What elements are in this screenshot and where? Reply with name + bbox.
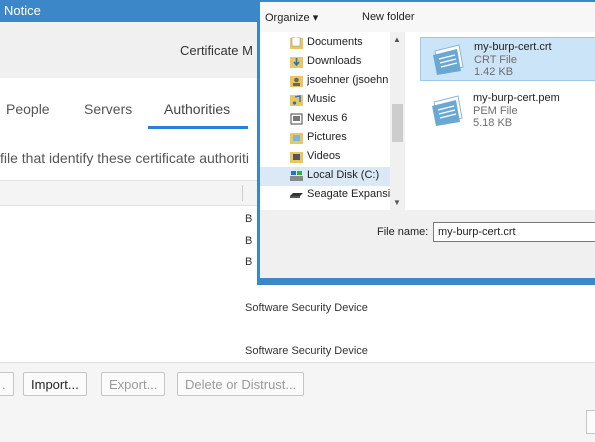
nav-item-label: Documents [307,36,363,48]
active-tab-indicator [148,126,248,129]
export-button[interactable]: Export... [101,372,166,396]
downloads-icon [290,57,303,68]
table-row-security-device: Software Security Device [245,302,368,314]
file-list: my-burp-cert.crt CRT File 1.42 KB my-bur… [410,32,595,210]
certificate-file-icon [432,95,463,126]
file-name: my-burp-cert.pem [473,92,560,104]
nav-item-label: jsoehner (jsoehn [307,74,389,86]
import-button-label: Import... [31,377,79,392]
file-name-input[interactable] [433,222,595,242]
music-icon [290,95,303,106]
navigation-pane: Documents Downloads jsoehner (jsoehn Mus… [260,32,405,210]
notice-title: Notice [4,3,41,18]
delete-button-label: Delete or Distrust... [185,377,297,392]
file-dialog-toolbar: Organize ▾ New folder [260,2,595,32]
ok-button-edge[interactable] [586,410,595,434]
nav-item-label: Nexus 6 [307,112,348,124]
nav-item-downloads[interactable]: Downloads [260,53,390,72]
table-row-letter: B [245,235,253,247]
documents-icon [290,37,303,49]
scroll-down-icon[interactable]: ▼ [393,198,401,207]
nav-item-label: Pictures [307,131,347,143]
scroll-up-icon[interactable]: ▲ [393,35,401,44]
nav-item-label: Videos [307,150,341,162]
nav-item-user-folder[interactable]: jsoehner (jsoehn [260,72,390,91]
table-row-letter: B [245,213,253,225]
nav-item-music[interactable]: Music [260,91,390,110]
user-folder-icon [290,76,303,87]
videos-icon [290,152,303,163]
new-folder-button[interactable]: New folder [362,11,415,23]
nav-item-local-disk[interactable]: Local Disk (C:) [260,167,390,186]
nav-item-documents[interactable]: Documents [260,34,390,53]
file-size: 5.18 KB [473,117,513,129]
delete-or-distrust-button[interactable]: Delete or Distrust... [177,372,305,396]
file-name: my-burp-cert.crt [474,41,552,53]
file-name-label: File name: [377,226,429,238]
nav-item-nexus[interactable]: Nexus 6 [260,110,390,129]
file-item-pem[interactable]: my-burp-cert.pem PEM File 5.18 KB [420,89,595,133]
table-row-security-device: Software Security Device [245,345,368,357]
file-type: CRT File [474,54,517,66]
table-row-letter: B [245,256,253,268]
file-open-dialog: Organize ▾ New folder Documents Download… [257,0,595,285]
certificate-file-icon [433,44,464,75]
nav-item-label: Music [307,93,336,105]
file-item-crt[interactable]: my-burp-cert.crt CRT File 1.42 KB [420,37,595,81]
nav-item-pictures[interactable]: Pictures [260,129,390,148]
file-type: PEM File [473,105,518,117]
nav-item-seagate[interactable]: Seagate Expansio [260,186,392,205]
view-button[interactable]: . [0,372,14,396]
file-size: 1.42 KB [474,66,514,78]
organize-menu[interactable]: Organize ▾ [265,11,318,24]
certificate-manager-title: Certificate M [180,43,253,58]
drive-icon [290,193,303,198]
nav-item-label: Local Disk (C:) [307,169,380,181]
column-separator[interactable] [242,185,243,201]
tab-servers[interactable]: Servers [84,101,132,117]
nav-item-videos[interactable]: Videos [260,148,390,167]
authorities-description: file that identify these certificate aut… [0,150,250,166]
export-button-label: Export... [109,377,158,392]
device-icon [290,113,303,125]
file-dialog-body: Organize ▾ New folder Documents Download… [260,2,595,278]
disk-icon [290,171,303,181]
import-button[interactable]: Import... [23,372,87,396]
view-button-label: . [2,377,6,392]
tab-authorities[interactable]: Authorities [164,101,230,117]
nav-item-label: Downloads [307,55,362,67]
nav-item-label: Seagate Expansio [307,188,392,200]
navigation-scrollbar[interactable]: ▲ ▼ [390,32,405,210]
pictures-icon [290,133,303,144]
scrollbar-thumb[interactable] [392,104,403,142]
file-dialog-footer: File name: [260,210,595,278]
tab-people[interactable]: People [6,101,50,117]
